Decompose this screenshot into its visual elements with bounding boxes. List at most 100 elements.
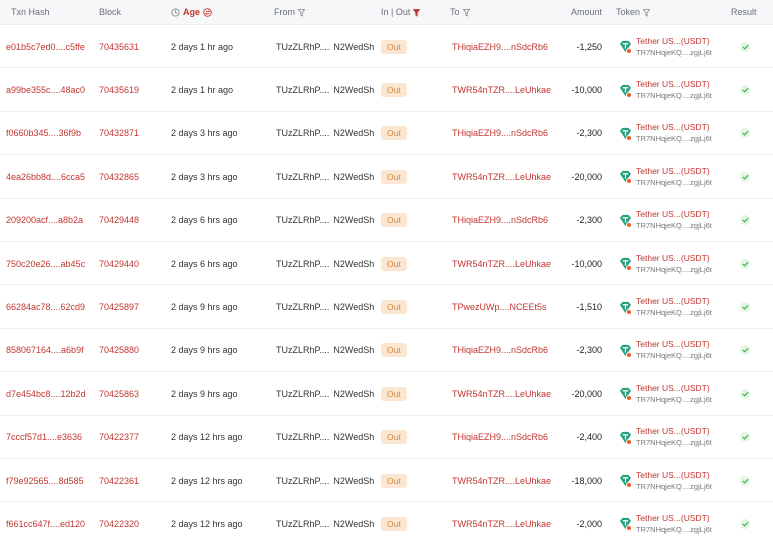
success-check-icon xyxy=(740,41,750,52)
token-cell[interactable]: Tether US...(USDT) TR7NHqjeKQ....zgjLj6t xyxy=(619,242,712,285)
txn-hash-link[interactable]: 4ea26bb8d....6cca5 xyxy=(6,155,85,198)
from-address[interactable]: TUzZLRhP.... N2WedSh xyxy=(276,372,374,415)
block-link[interactable]: 70435619 xyxy=(99,68,139,111)
success-check-icon xyxy=(740,388,750,399)
block-link[interactable]: 70432871 xyxy=(99,112,139,155)
txn-hash-link[interactable]: e01b5c7ed0....c5ffe xyxy=(6,25,85,68)
block-link[interactable]: 70435631 xyxy=(99,25,139,68)
token-cell[interactable]: Tether US...(USDT) TR7NHqjeKQ....zgjLj6t xyxy=(619,199,712,242)
col-from[interactable]: From xyxy=(274,0,305,25)
token-name-link[interactable]: Tether US...(USDT) xyxy=(636,209,712,220)
col-in-out-label: In | Out xyxy=(381,7,411,17)
txn-hash-link[interactable]: 209200acf....a8b2a xyxy=(6,199,83,242)
to-address-link[interactable]: TWR54nTZR....LeUhkae xyxy=(452,502,551,545)
token-cell[interactable]: Tether US...(USDT) TR7NHqjeKQ....zgjLj6t xyxy=(619,155,712,198)
token-name-link[interactable]: Tether US...(USDT) xyxy=(636,470,712,481)
to-address-link[interactable]: TWR54nTZR....LeUhkae xyxy=(452,68,551,111)
success-check-icon xyxy=(740,432,750,443)
token-cell[interactable]: Tether US...(USDT) TR7NHqjeKQ....zgjLj6t xyxy=(619,372,712,415)
token-cell[interactable]: Tether US...(USDT) TR7NHqjeKQ....zgjLj6t xyxy=(619,285,712,328)
from-address[interactable]: TUzZLRhP.... N2WedSh xyxy=(276,285,374,328)
filter-active-icon[interactable] xyxy=(413,8,421,17)
token-contract-address: TR7NHqjeKQ....zgjLj6t xyxy=(636,47,712,57)
txn-hash-link[interactable]: f0660b345....36f9b xyxy=(6,112,81,155)
tron-badge-icon xyxy=(626,221,632,228)
block-link[interactable]: 70432865 xyxy=(99,155,139,198)
block-link[interactable]: 70425880 xyxy=(99,329,139,372)
token-cell[interactable]: Tether US...(USDT) TR7NHqjeKQ....zgjLj6t xyxy=(619,502,712,545)
from-address[interactable]: TUzZLRhP.... N2WedSh xyxy=(276,502,374,545)
col-token[interactable]: Token xyxy=(616,0,651,25)
txn-hash-link[interactable]: f661cc647f....ed120 xyxy=(6,502,85,545)
token-name-link[interactable]: Tether US...(USDT) xyxy=(636,79,712,90)
to-address-link[interactable]: TWR54nTZR....LeUhkae xyxy=(452,242,551,285)
tether-token-icon xyxy=(619,170,632,185)
token-cell[interactable]: Tether US...(USDT) TR7NHqjeKQ....zgjLj6t xyxy=(619,459,712,502)
txn-hash-link[interactable]: f79e92565....8d585 xyxy=(6,459,84,502)
token-name-link[interactable]: Tether US...(USDT) xyxy=(636,426,712,437)
to-address-link[interactable]: TWR54nTZR....LeUhkae xyxy=(452,459,551,502)
age-text: 2 days 12 hrs ago xyxy=(171,432,243,443)
txn-hash-link[interactable]: 858067164....a6b9f xyxy=(6,329,84,372)
from-address[interactable]: TUzZLRhP.... N2WedSh xyxy=(276,25,374,68)
token-name-link[interactable]: Tether US...(USDT) xyxy=(636,296,712,307)
from-address[interactable]: TUzZLRhP.... N2WedSh xyxy=(276,329,374,372)
from-address[interactable]: TUzZLRhP.... N2WedSh xyxy=(276,416,374,459)
to-address-link[interactable]: TPwezUWp....NCEEt5s xyxy=(452,285,547,328)
to-address-link[interactable]: TWR54nTZR....LeUhkae xyxy=(452,155,551,198)
table-row: f79e92565....8d585 70422361 2 days 12 hr… xyxy=(0,459,773,503)
to-address-link[interactable]: THiqiaEZH9....nSdcRb6 xyxy=(452,25,548,68)
token-cell[interactable]: Tether US...(USDT) TR7NHqjeKQ....zgjLj6t xyxy=(619,416,712,459)
block-link[interactable]: 70422377 xyxy=(99,416,139,459)
txn-hash-link[interactable]: 66284ac78....62cd9 xyxy=(6,285,85,328)
col-in-out[interactable]: In | Out xyxy=(381,0,421,25)
from-address[interactable]: TUzZLRhP.... N2WedSh xyxy=(276,242,374,285)
col-to[interactable]: To xyxy=(450,0,470,25)
col-age[interactable]: Age xyxy=(171,0,212,25)
token-name-link[interactable]: Tether US...(USDT) xyxy=(636,36,712,47)
token-name-link[interactable]: Tether US...(USDT) xyxy=(636,122,712,133)
from-address[interactable]: TUzZLRhP.... N2WedSh xyxy=(276,68,374,111)
from-address[interactable]: TUzZLRhP.... N2WedSh xyxy=(276,459,374,502)
switch-format-icon[interactable] xyxy=(203,8,212,17)
to-address-link[interactable]: THiqiaEZH9....nSdcRb6 xyxy=(452,329,548,372)
filter-icon[interactable] xyxy=(462,8,470,17)
to-address-link[interactable]: THiqiaEZH9....nSdcRb6 xyxy=(452,199,548,242)
to-address-link[interactable]: THiqiaEZH9....nSdcRb6 xyxy=(452,416,548,459)
out-badge: Out xyxy=(381,213,407,228)
filter-icon[interactable] xyxy=(298,8,305,17)
token-name-link[interactable]: Tether US...(USDT) xyxy=(636,166,712,177)
txn-hash-link[interactable]: 7cccf57d1....e3636 xyxy=(6,416,82,459)
token-name-link[interactable]: Tether US...(USDT) xyxy=(636,383,712,394)
tron-badge-icon xyxy=(626,482,632,489)
token-name-link[interactable]: Tether US...(USDT) xyxy=(636,253,712,264)
from-address[interactable]: TUzZLRhP.... N2WedSh xyxy=(276,155,374,198)
tether-token-icon xyxy=(619,127,632,141)
token-name-link[interactable]: Tether US...(USDT) xyxy=(636,339,712,350)
block-link[interactable]: 70429448 xyxy=(99,199,139,242)
from-address-head: TUzZLRhP.... xyxy=(276,432,330,443)
block-link[interactable]: 70422361 xyxy=(99,459,139,502)
from-address-tail: N2WedSh xyxy=(333,518,375,529)
from-address[interactable]: TUzZLRhP.... N2WedSh xyxy=(276,199,374,242)
block-link[interactable]: 70425863 xyxy=(99,372,139,415)
token-name-link[interactable]: Tether US...(USDT) xyxy=(636,513,712,524)
txn-hash-link[interactable]: d7e454bc8....12b2d xyxy=(6,372,86,415)
block-link[interactable]: 70422320 xyxy=(99,502,139,545)
txn-hash-link[interactable]: 750c20e26....ab45c xyxy=(6,242,85,285)
filter-icon[interactable] xyxy=(643,8,651,17)
token-cell[interactable]: Tether US...(USDT) TR7NHqjeKQ....zgjLj6t xyxy=(619,25,712,68)
table-row: f661cc647f....ed120 70422320 2 days 12 h… xyxy=(0,502,773,545)
block-link[interactable]: 70429440 xyxy=(99,242,139,285)
from-address-tail: N2WedSh xyxy=(333,171,375,182)
to-address-link[interactable]: THiqiaEZH9....nSdcRb6 xyxy=(452,112,548,155)
to-address-link[interactable]: TWR54nTZR....LeUhkae xyxy=(452,372,551,415)
token-cell[interactable]: Tether US...(USDT) TR7NHqjeKQ....zgjLj6t xyxy=(619,112,712,155)
from-address-head: TUzZLRhP.... xyxy=(276,345,330,356)
token-cell[interactable]: Tether US...(USDT) TR7NHqjeKQ....zgjLj6t xyxy=(619,329,712,372)
txn-hash-link[interactable]: a99be355c....48ac0 xyxy=(6,68,85,111)
block-link[interactable]: 70425897 xyxy=(99,285,139,328)
out-badge: Out xyxy=(381,169,407,184)
from-address[interactable]: TUzZLRhP.... N2WedSh xyxy=(276,112,374,155)
token-cell[interactable]: Tether US...(USDT) TR7NHqjeKQ....zgjLj6t xyxy=(619,68,712,111)
